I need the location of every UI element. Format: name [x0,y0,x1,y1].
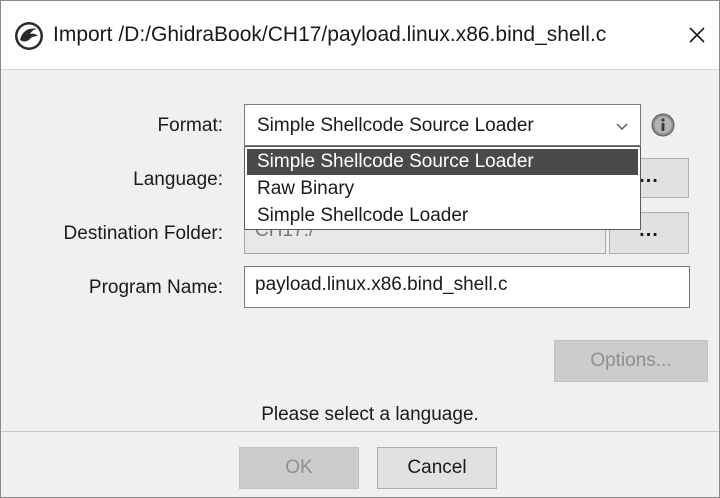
language-label: Language: [133,169,223,190]
format-option-simple-shellcode-source-loader[interactable]: Simple Shellcode Source Loader [247,149,638,175]
format-option-raw-binary[interactable]: Raw Binary [247,176,638,202]
footer-divider [1,431,719,432]
import-dialog: Import /D:/GhidraBook/CH17/payload.linux… [0,0,720,498]
title-bar: Import /D:/GhidraBook/CH17/payload.linux… [1,1,719,70]
close-icon [689,27,705,43]
format-label: Format: [157,115,223,136]
program-name-input[interactable]: payload.linux.x86.bind_shell.c [244,266,690,308]
status-message: Please select a language. [261,404,479,425]
ghidra-dragon-icon [15,22,43,50]
window-title: Import /D:/GhidraBook/CH17/payload.linux… [53,23,607,46]
cancel-button[interactable]: Cancel [377,447,497,489]
destination-folder-label: Destination Folder: [63,223,223,244]
close-button[interactable] [681,19,713,51]
format-combobox[interactable]: Simple Shellcode Source Loader [244,104,641,146]
options-button[interactable]: Options... [554,340,708,382]
format-dropdown-list: Simple Shellcode Source Loader Raw Binar… [244,146,641,230]
chevron-down-icon [616,123,628,130]
info-icon[interactable] [651,113,675,137]
format-option-simple-shellcode-loader[interactable]: Simple Shellcode Loader [247,203,638,229]
program-name-label: Program Name: [88,277,223,298]
format-selected-value: Simple Shellcode Source Loader [257,115,534,136]
ok-button[interactable]: OK [239,447,359,489]
